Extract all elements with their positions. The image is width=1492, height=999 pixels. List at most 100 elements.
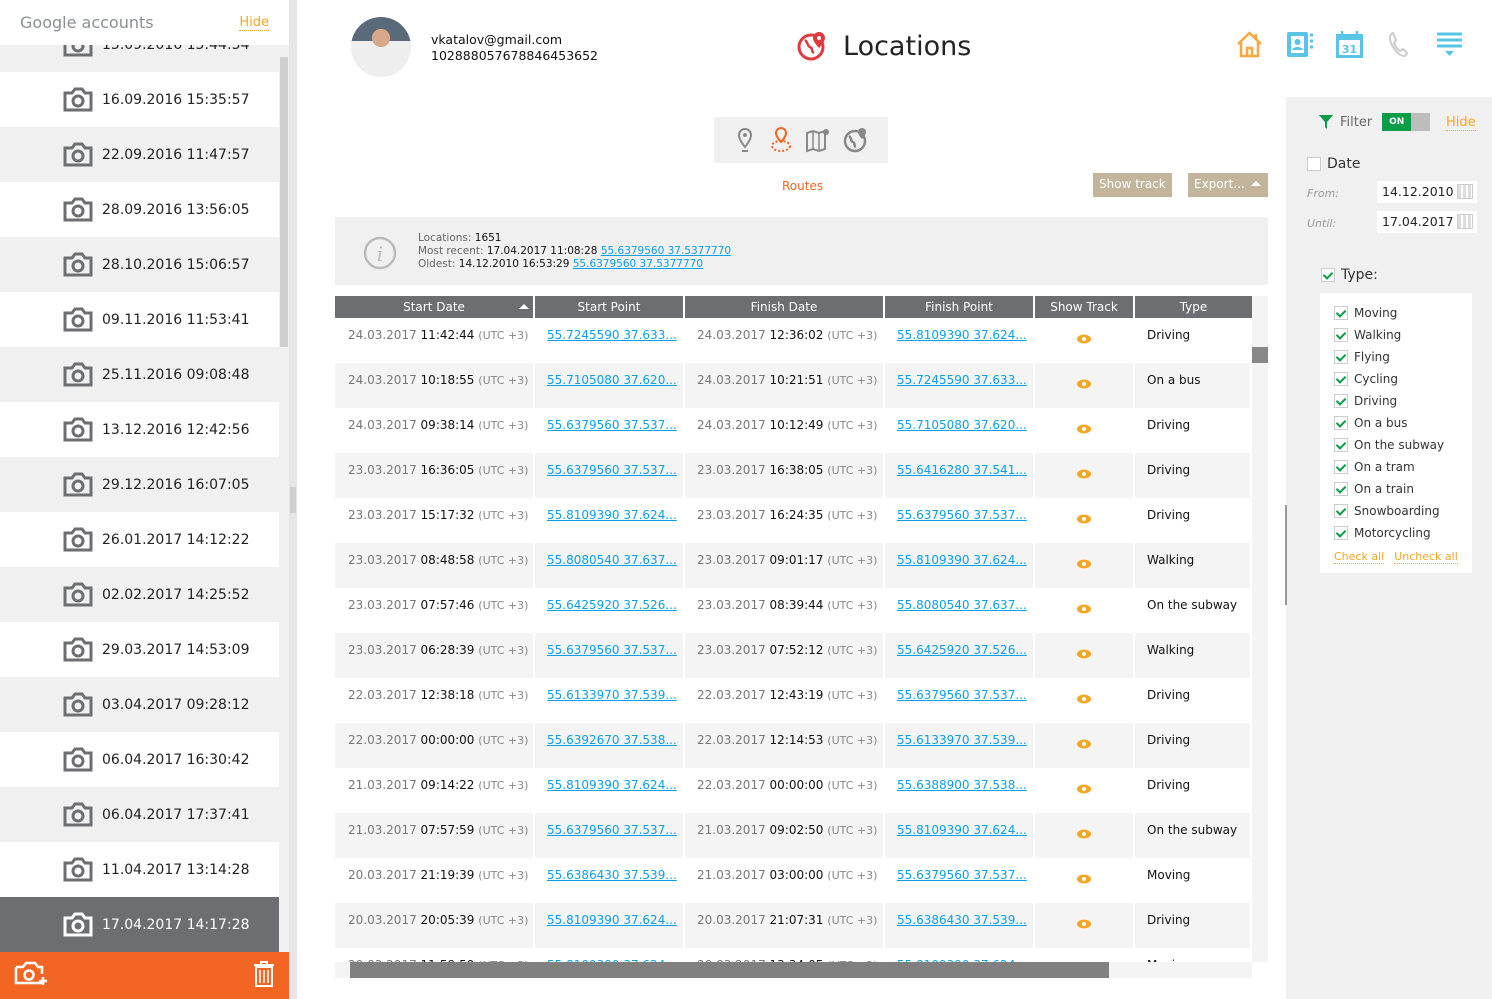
calendar-icon[interactable]: 31 [1335,30,1364,59]
type-option[interactable]: Driving [1334,390,1458,412]
add-snapshot-icon[interactable] [14,961,50,990]
start-point-link[interactable]: 55.6379560 37.537... [547,823,677,837]
snapshot-item[interactable]: 02.02.2017 14:25:52 [0,567,279,622]
table-row[interactable]: 23.03.2017 15:17:32 (UTC +3) 55.8109390 … [335,498,1252,543]
table-row[interactable]: 24.03.2017 11:42:44 (UTC +3) 55.7245590 … [335,318,1252,363]
finish-point-link[interactable]: 55.6379560 37.537... [897,868,1027,882]
table-row[interactable]: 20.03.2017 11:59:59 (UTC +3) 55.8109390 … [335,948,1252,962]
table-row[interactable]: 22.03.2017 12:38:18 (UTC +3) 55.6133970 … [335,678,1252,723]
eye-icon[interactable] [1077,559,1091,569]
finish-point-link[interactable]: 55.6133970 37.539... [897,733,1027,747]
table-row[interactable]: 23.03.2017 08:48:58 (UTC +3) 55.8080540 … [335,543,1252,588]
eye-icon[interactable] [1077,739,1091,749]
eye-icon[interactable] [1077,649,1091,659]
snapshot-item[interactable]: 16.09.2016 15:35:57 [0,72,279,127]
snapshot-item[interactable]: 13.12.2016 12:42:56 [0,402,279,457]
type-option[interactable]: Motorcycling [1334,522,1458,544]
finish-point-link[interactable]: 55.8109390 37.624... [897,553,1027,567]
date-checkbox[interactable] [1307,157,1321,171]
type-option[interactable]: Cycling [1334,368,1458,390]
column-start-point[interactable]: Start Point [535,296,683,318]
snapshot-item[interactable]: 28.10.2016 15:06:57 [0,237,279,292]
finish-point-link[interactable]: 55.6379560 37.537... [897,508,1027,522]
column-show-track[interactable]: Show Track [1035,296,1133,318]
eye-icon[interactable] [1077,514,1091,524]
eye-icon[interactable] [1077,829,1091,839]
eye-icon[interactable] [1077,334,1091,344]
pin-icon[interactable] [733,127,757,153]
check-all-link[interactable]: Check all [1334,550,1385,564]
eye-icon[interactable] [1077,694,1091,704]
start-point-link[interactable]: 55.6379560 37.537... [547,643,677,657]
finish-point-link[interactable]: 55.6379560 37.537... [897,688,1027,702]
calendar-icon[interactable] [1457,184,1473,199]
eye-icon[interactable] [1077,469,1091,479]
type-option-checkbox[interactable] [1334,372,1348,386]
snapshot-item[interactable]: 11.04.2017 13:14:28 [0,842,279,897]
start-point-link[interactable]: 55.8109390 37.624... [547,913,677,927]
type-option-checkbox[interactable] [1334,306,1348,320]
start-point-link[interactable]: 55.7105080 37.620... [547,373,677,387]
sidebar-hide-link[interactable]: Hide [239,15,269,31]
home-icon[interactable] [1235,30,1264,59]
snapshot-item[interactable]: 06.04.2017 16:30:42 [0,732,279,787]
export-button[interactable]: Export... [1188,173,1268,197]
until-date-input[interactable]: 17.04.2017 [1377,211,1477,233]
type-option-checkbox[interactable] [1334,394,1348,408]
recent-coords-link[interactable]: 55.6379560 37.5377770 [601,245,731,257]
snapshot-item[interactable]: 17.04.2017 14:17:28 [0,897,279,952]
eye-icon[interactable] [1077,784,1091,794]
type-option[interactable]: On a tram [1334,456,1458,478]
start-point-link[interactable]: 55.6392670 37.538... [547,733,677,747]
contacts-icon[interactable] [1285,30,1314,59]
column-finish-point[interactable]: Finish Point [885,296,1033,318]
finish-point-link[interactable]: 55.8109390 37.624... [897,328,1027,342]
type-option[interactable]: On a bus [1334,412,1458,434]
column-finish-date[interactable]: Finish Date [685,296,883,318]
snapshot-item[interactable]: 22.09.2016 11:47:57 [0,127,279,182]
table-vertical-scrollbar[interactable] [1252,296,1268,962]
start-point-link[interactable]: 55.6133970 37.539... [547,688,677,702]
start-point-link[interactable]: 55.8080540 37.637... [547,553,677,567]
trash-icon[interactable] [253,961,275,990]
table-row[interactable]: 24.03.2017 09:38:14 (UTC +3) 55.6379560 … [335,408,1252,453]
finish-point-link[interactable]: 55.8109390 37.624... [897,823,1027,837]
page-scrollbar[interactable] [1285,505,1287,605]
start-point-link[interactable]: 55.6425920 37.526... [547,598,677,612]
snapshot-item[interactable]: 09.11.2016 11:53:41 [0,292,279,347]
snapshot-item[interactable]: 06.04.2017 17:37:41 [0,787,279,842]
type-option[interactable]: Flying [1334,346,1458,368]
type-option[interactable]: Snowboarding [1334,500,1458,522]
uncheck-all-link[interactable]: Uncheck all [1394,550,1458,564]
type-option[interactable]: On a train [1334,478,1458,500]
snapshot-item[interactable]: 25.11.2016 09:08:48 [0,347,279,402]
sidebar-scrollbar[interactable] [279,45,289,952]
start-point-link[interactable]: 55.6379560 37.537... [547,418,677,432]
splitter[interactable] [289,0,297,999]
type-option[interactable]: Walking [1334,324,1458,346]
snapshot-item[interactable]: 03.04.2017 09:28:12 [0,677,279,732]
filter-hide-link[interactable]: Hide [1446,115,1476,131]
table-row[interactable]: 23.03.2017 07:57:46 (UTC +3) 55.6425920 … [335,588,1252,633]
type-option-checkbox[interactable] [1334,482,1348,496]
type-option-checkbox[interactable] [1334,328,1348,342]
column-type[interactable]: Type [1135,296,1252,318]
menu-icon[interactable] [1435,30,1464,59]
phone-icon[interactable] [1385,30,1414,59]
show-track-button[interactable]: Show track [1093,173,1172,197]
start-point-link[interactable]: 55.6379560 37.537... [547,463,677,477]
start-point-link[interactable]: 55.6386430 37.539... [547,868,677,882]
start-point-link[interactable]: 55.8109390 37.624... [547,778,677,792]
table-row[interactable]: 23.03.2017 06:28:39 (UTC +3) 55.6379560 … [335,633,1252,678]
type-checkbox[interactable] [1321,268,1335,282]
type-option-checkbox[interactable] [1334,526,1348,540]
finish-point-link[interactable]: 55.8080540 37.637... [897,598,1027,612]
table-row[interactable]: 24.03.2017 10:18:55 (UTC +3) 55.7105080 … [335,363,1252,408]
eye-icon[interactable] [1077,919,1091,929]
type-option-checkbox[interactable] [1334,416,1348,430]
table-row[interactable]: 21.03.2017 07:57:59 (UTC +3) 55.6379560 … [335,813,1252,858]
table-row[interactable]: 20.03.2017 21:19:39 (UTC +3) 55.6386430 … [335,858,1252,903]
snapshot-item[interactable]: 26.01.2017 14:12:22 [0,512,279,567]
map-icon[interactable] [805,127,831,153]
type-option-checkbox[interactable] [1334,350,1348,364]
